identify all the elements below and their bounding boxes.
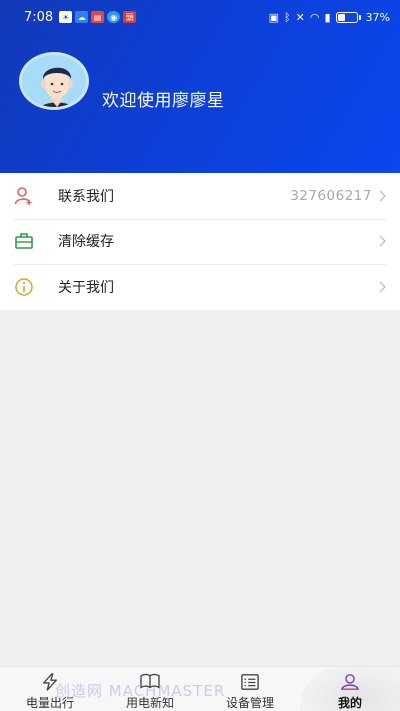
avatar[interactable] bbox=[19, 52, 89, 110]
news-icon: 頭 bbox=[123, 11, 137, 23]
signal-icon: ▮ bbox=[324, 10, 331, 24]
mute-icon: ✕ bbox=[295, 10, 305, 24]
menu-item-label: 清除缓存 bbox=[58, 234, 114, 251]
avatar-face-icon bbox=[22, 55, 86, 107]
app-red-icon: ▤ bbox=[91, 11, 105, 23]
list-icon bbox=[241, 674, 259, 690]
battery-icon bbox=[335, 11, 358, 23]
bottom-tab-bar: 电量出行 用电新知 设备管理 我的 bbox=[0, 666, 400, 711]
tab-electricity-news[interactable]: 用电新知 bbox=[100, 667, 200, 711]
contact-person-icon bbox=[14, 186, 34, 206]
status-bar: 7:08 ☀ ☁ ▤ ◉ 頭 ▣ ᛒ ✕ ◠ ▮ 37% bbox=[0, 0, 400, 34]
nfc-icon: ▣ bbox=[268, 10, 280, 24]
tab-label: 电量出行 bbox=[25, 696, 74, 710]
book-icon bbox=[140, 673, 160, 689]
info-icon bbox=[14, 277, 34, 297]
tab-label: 我的 bbox=[337, 696, 362, 710]
tab-power-travel[interactable]: 电量出行 bbox=[0, 667, 100, 711]
wifi-icon: ◠ bbox=[309, 10, 320, 24]
tab-mine[interactable]: 我的 bbox=[300, 667, 400, 711]
browser-icon: ◉ bbox=[107, 11, 121, 23]
battery-tip bbox=[358, 14, 361, 20]
settings-menu: 联系我们 327606217 清除缓存 关于我们 bbox=[0, 173, 400, 310]
clear-cache-icon bbox=[14, 231, 34, 251]
cloud-icon: ☁ bbox=[75, 11, 89, 23]
chevron-right-icon bbox=[379, 281, 386, 293]
menu-item-contact[interactable]: 联系我们 327606217 bbox=[0, 173, 400, 219]
notification-icons: ☀ ☁ ▤ ◉ 頭 bbox=[59, 11, 137, 23]
welcome-text: 欢迎使用廖廖星 bbox=[102, 91, 225, 111]
menu-item-clear-cache[interactable]: 清除缓存 bbox=[0, 218, 400, 265]
chevron-right-icon bbox=[379, 235, 386, 247]
status-time: 7:08 bbox=[24, 9, 54, 25]
contact-number: 327606217 bbox=[290, 187, 372, 204]
tab-label: 用电新知 bbox=[125, 696, 174, 710]
lightning-icon bbox=[43, 673, 57, 691]
battery-percent: 37% bbox=[365, 10, 390, 24]
user-icon bbox=[341, 674, 359, 690]
bluetooth-icon: ᛒ bbox=[284, 10, 291, 24]
tab-device-management[interactable]: 设备管理 bbox=[200, 667, 300, 711]
weather-icon: ☀ bbox=[59, 11, 73, 23]
profile-header: 7:08 ☀ ☁ ▤ ◉ 頭 ▣ ᛒ ✕ ◠ ▮ 37% 欢迎使用廖廖星 bbox=[0, 0, 400, 173]
menu-item-about[interactable]: 关于我们 bbox=[0, 264, 400, 310]
status-right-group: ▣ ᛒ ✕ ◠ ▮ 37% bbox=[269, 11, 390, 24]
tab-label: 设备管理 bbox=[225, 696, 274, 710]
menu-item-label: 联系我们 bbox=[58, 188, 114, 205]
chevron-right-icon bbox=[379, 190, 386, 202]
menu-item-label: 关于我们 bbox=[58, 279, 114, 296]
